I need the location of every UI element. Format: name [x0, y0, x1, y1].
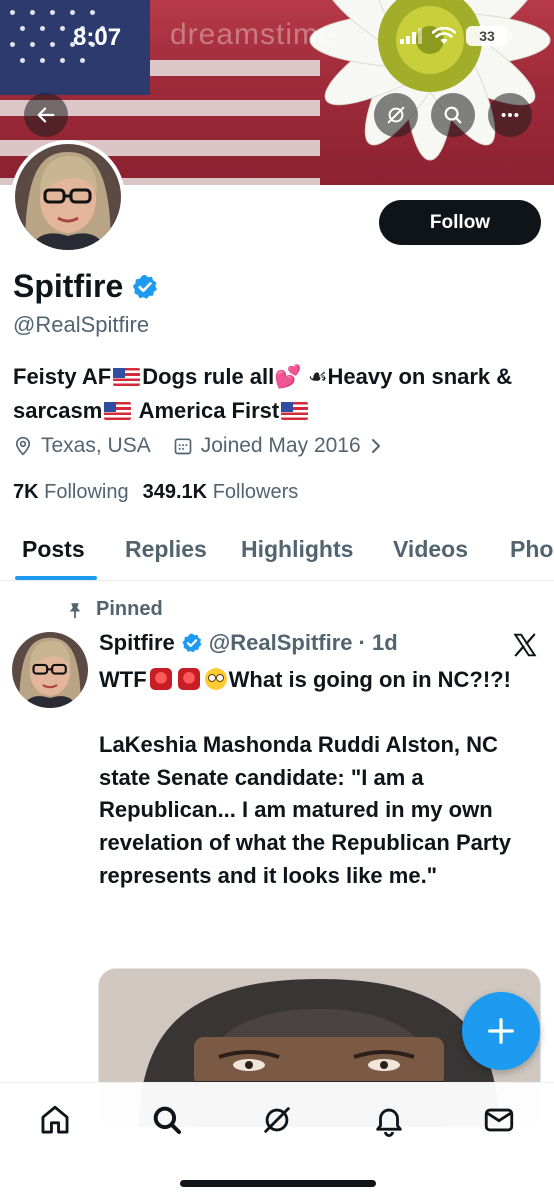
post-author-handle[interactable]: @RealSpitfire [209, 630, 353, 656]
post-avatar-image [12, 632, 88, 708]
profile-display-name: Spitfire [13, 268, 124, 304]
following-count: 7K [13, 481, 39, 503]
tab-posts[interactable]: Posts [22, 536, 85, 563]
post-text-wtf: WTF [99, 667, 147, 692]
pinned-label: Pinned [96, 598, 163, 620]
battery-indicator: 33 [466, 26, 512, 46]
post-text[interactable]: WTF What is going on in NC?!?! LaKeshia M… [99, 664, 539, 892]
post-text-body: LaKeshia Mashonda Ruddi Alston, NC state… [99, 732, 511, 888]
search-icon [444, 106, 462, 124]
flushed-face-icon [204, 668, 227, 690]
followers-link[interactable]: 349.1K Followers [143, 481, 299, 504]
banner-watermark: dreamstime [170, 18, 337, 51]
post-time: · 1d [358, 630, 398, 655]
messages-icon[interactable] [482, 1103, 516, 1137]
following-link[interactable]: 7K Following [13, 481, 129, 504]
back-button[interactable] [24, 93, 68, 137]
compose-post-button[interactable] [462, 992, 540, 1070]
verified-badge-icon [132, 274, 158, 299]
us-flag-icon [281, 402, 309, 420]
profile-name-row: Spitfire [13, 268, 159, 305]
profile-meta: Texas, USA Joined May 2016 [13, 434, 383, 458]
home-icon[interactable] [38, 1103, 72, 1137]
followers-count: 349.1K [142, 481, 208, 503]
us-flag-icon [113, 368, 141, 386]
following-label: Following [44, 481, 129, 503]
active-tab-indicator [15, 576, 97, 580]
location-pin-icon [15, 436, 31, 456]
signal-icon [400, 28, 422, 44]
profile-joined[interactable]: Joined May 2016 [173, 434, 383, 458]
location-text: Texas, USA [41, 434, 151, 457]
arrow-left-icon [37, 107, 55, 123]
post-author-name[interactable]: Spitfire [99, 630, 175, 656]
wifi-icon [432, 27, 456, 44]
tab-replies[interactable]: Replies [125, 536, 207, 563]
siren-icon [149, 668, 172, 690]
more-button[interactable] [488, 93, 532, 137]
tab-photos[interactable]: Pho [510, 536, 553, 563]
siren-icon [177, 668, 200, 690]
profile-tabs: Posts Replies Highlights Videos Pho [0, 520, 554, 581]
us-flag-icon [104, 402, 132, 420]
grok-icon [387, 106, 405, 124]
profile-counts: 7K Following 349.1K Followers [13, 481, 298, 504]
post-header: Spitfire @RealSpitfire · 1d [99, 630, 398, 656]
profile-avatar[interactable] [11, 140, 125, 254]
follow-button[interactable]: Follow [379, 200, 541, 245]
grok-icon[interactable] [260, 1103, 294, 1137]
notifications-icon[interactable] [372, 1103, 406, 1137]
status-time: 8:07 [73, 24, 122, 51]
grok-button[interactable] [374, 93, 418, 137]
tab-highlights[interactable]: Highlights [241, 536, 353, 563]
two-hearts-icon: 💕 [274, 364, 302, 389]
status-icons: 33 [400, 26, 512, 46]
avatar-image [15, 144, 121, 250]
joined-text: Joined May 2016 [200, 434, 361, 457]
more-icon [501, 112, 519, 118]
post-avatar[interactable] [12, 632, 88, 708]
profile-handle: @RealSpitfire [13, 312, 150, 337]
pinned-indicator: Pinned [66, 598, 163, 621]
calendar-icon [174, 438, 192, 455]
x-logo-icon [513, 633, 537, 657]
followers-label: Followers [212, 481, 299, 503]
profile-location: Texas, USA [13, 434, 151, 458]
post-text-question: What is going on in NC?!?! [228, 667, 511, 692]
bio-text-1: Feisty AF [13, 364, 112, 389]
search-icon[interactable] [150, 1103, 184, 1137]
bio-text-4: America First [138, 398, 280, 423]
paw-prints-icon: ☙︎ [307, 364, 328, 389]
tab-videos[interactable]: Videos [393, 536, 468, 563]
bio-text-2: Dogs rule all [142, 364, 275, 389]
profile-bio: Feisty AF Dogs rule all💕 ☙︎Heavy on snark… [13, 360, 533, 428]
pin-icon [69, 602, 81, 618]
verified-badge-icon [182, 633, 202, 653]
home-indicator[interactable] [180, 1180, 376, 1187]
plus-icon [488, 1018, 514, 1044]
chevron-right-icon [371, 439, 380, 453]
search-button[interactable] [431, 93, 475, 137]
